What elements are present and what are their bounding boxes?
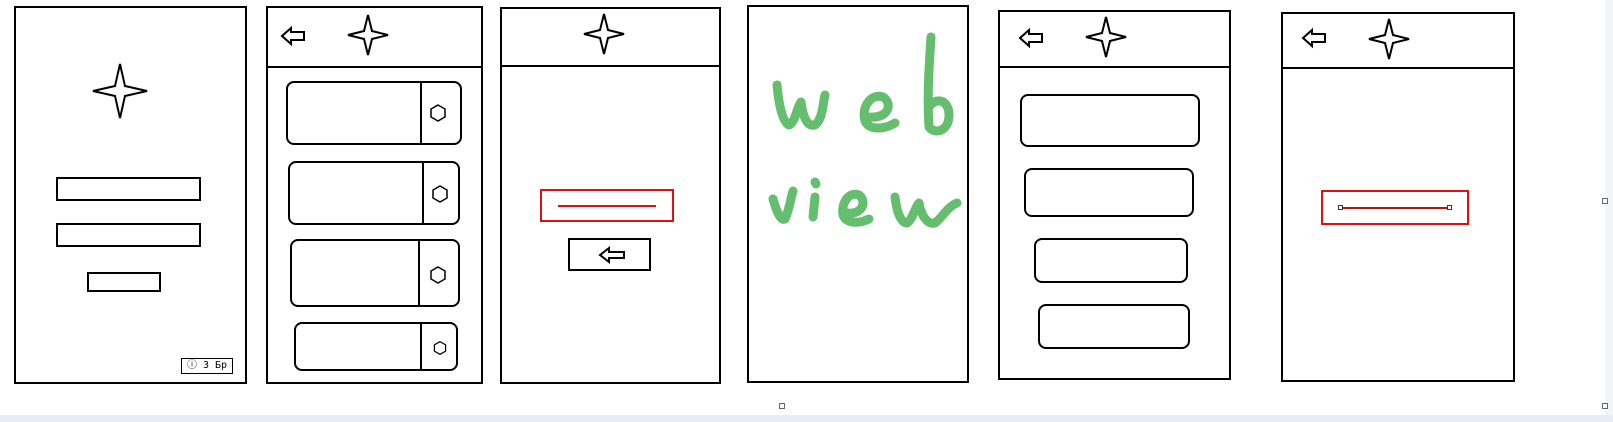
back-arrow-icon[interactable] xyxy=(280,25,306,47)
list-card[interactable] xyxy=(288,161,460,225)
list-card[interactable] xyxy=(290,239,460,307)
star-icon xyxy=(582,12,626,56)
wireframe-webview: web view xyxy=(747,5,969,383)
vertical-scrollbar[interactable] xyxy=(1605,0,1613,422)
input-underline xyxy=(1341,207,1449,209)
star-icon xyxy=(346,13,390,57)
card-divider xyxy=(420,323,422,370)
canvas-resize-handle[interactable] xyxy=(779,403,785,409)
text-input-selected[interactable] xyxy=(1321,190,1469,225)
submit-button[interactable] xyxy=(568,238,651,271)
menu-header xyxy=(1000,12,1229,68)
card-divider xyxy=(420,82,422,144)
list-card[interactable] xyxy=(294,322,458,371)
wireframe-menu xyxy=(998,10,1231,380)
login-button[interactable] xyxy=(87,272,161,292)
password-field[interactable] xyxy=(56,223,201,247)
input-underline xyxy=(558,205,656,207)
canvas-resize-handle[interactable] xyxy=(1602,403,1608,409)
wireframe-input xyxy=(500,7,721,384)
list-header xyxy=(268,8,481,68)
footer-label: ⓘ 3 Бр xyxy=(181,358,233,374)
username-field[interactable] xyxy=(56,177,201,201)
list-card[interactable] xyxy=(286,81,462,145)
sketch-canvas: ⓘ 3 Бр xyxy=(0,0,1613,422)
webview-scribble xyxy=(768,32,962,228)
card-divider xyxy=(422,162,424,224)
menu-button[interactable] xyxy=(1020,94,1200,147)
hexagon-icon[interactable] xyxy=(428,265,448,285)
wireframe-login: ⓘ 3 Бр xyxy=(14,6,247,384)
star-icon xyxy=(91,62,149,120)
wireframe-edit xyxy=(1281,12,1515,382)
card-divider xyxy=(418,240,420,306)
back-arrow-icon xyxy=(598,245,626,265)
star-icon xyxy=(1084,15,1128,59)
hexagon-icon[interactable] xyxy=(430,184,450,204)
back-arrow-icon[interactable] xyxy=(1301,27,1327,49)
edit-header xyxy=(1283,14,1513,69)
horizontal-scrollbar[interactable] xyxy=(0,415,1613,422)
menu-button[interactable] xyxy=(1038,304,1190,349)
input-header xyxy=(502,9,719,67)
wireframe-list xyxy=(266,6,483,384)
star-icon xyxy=(1367,17,1411,61)
menu-button[interactable] xyxy=(1034,238,1188,283)
back-arrow-icon[interactable] xyxy=(1018,27,1044,49)
resize-handle[interactable] xyxy=(1447,205,1452,210)
hexagon-icon[interactable] xyxy=(432,340,448,356)
resize-handle[interactable] xyxy=(1338,205,1343,210)
text-input-selected[interactable] xyxy=(540,189,674,222)
canvas-resize-handle[interactable] xyxy=(1602,198,1608,204)
menu-button[interactable] xyxy=(1024,168,1194,217)
hexagon-icon[interactable] xyxy=(428,103,448,123)
